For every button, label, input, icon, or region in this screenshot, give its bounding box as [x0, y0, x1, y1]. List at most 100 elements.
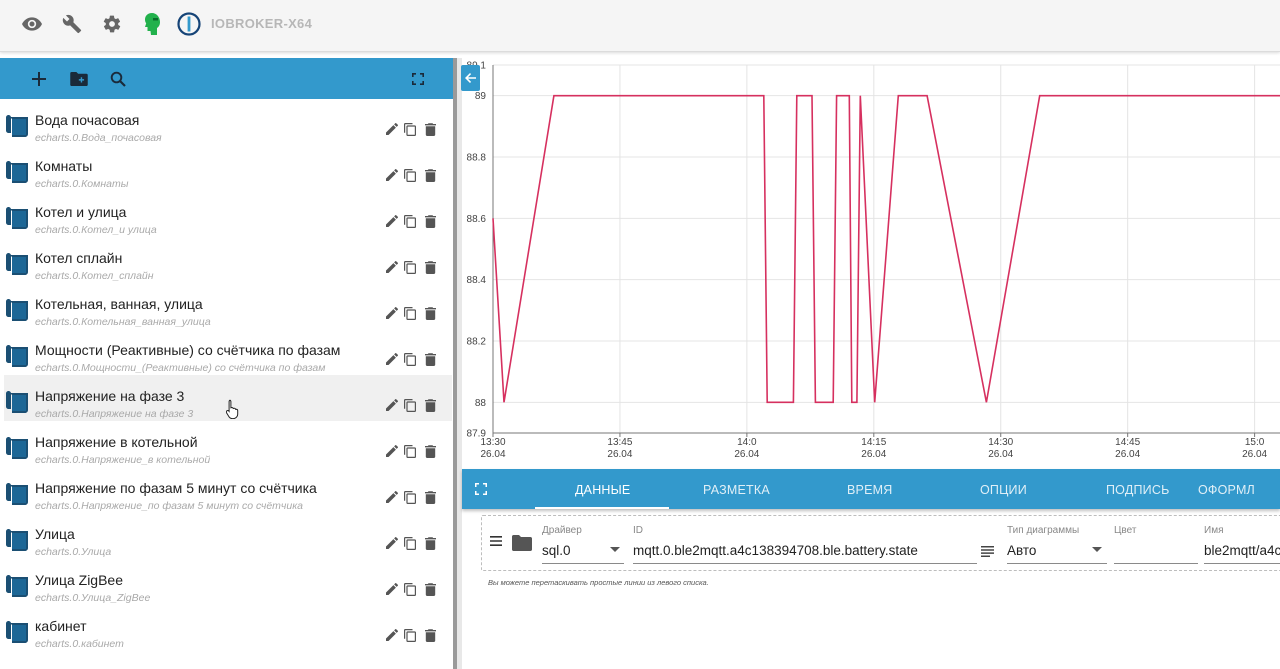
tab-style[interactable]: ОФОРМЛ [1198, 483, 1255, 497]
delete-icon[interactable] [423, 260, 437, 274]
fullscreen-icon[interactable] [406, 67, 430, 91]
user-avatar-icon[interactable] [140, 12, 164, 36]
preset-id: echarts.0.Котел_сплайн [35, 270, 154, 282]
list-item[interactable]: Вода почасовая echarts.0.Вода_почасовая [4, 99, 452, 145]
folder-icon[interactable] [512, 535, 532, 551]
copy-icon[interactable] [403, 352, 417, 366]
list-item[interactable]: Напряжение по фазам 5 минут со счётчика e… [4, 467, 452, 513]
collapse-left-button[interactable] [461, 65, 480, 91]
delete-icon[interactable] [423, 168, 437, 182]
edit-icon[interactable] [385, 398, 399, 412]
delete-icon[interactable] [423, 398, 437, 412]
tab-caption[interactable]: ПОДПИСЬ [1106, 483, 1170, 497]
delete-icon[interactable] [423, 214, 437, 228]
edit-icon[interactable] [385, 214, 399, 228]
delete-icon[interactable] [423, 582, 437, 596]
x-tick-date: 26.04 [988, 449, 1013, 460]
list-item[interactable]: Котел и улица echarts.0.Котел_и улица [4, 191, 452, 237]
chart-preset-icon [6, 483, 28, 505]
preset-id: echarts.0.Улица_ZigBee [35, 592, 151, 604]
y-tick-label: 88.6 [467, 214, 487, 225]
tab-markup[interactable]: РАЗМЕТКА [703, 483, 770, 497]
tab-time[interactable]: ВРЕМЯ [847, 483, 892, 497]
delete-icon[interactable] [423, 628, 437, 642]
delete-icon[interactable] [423, 536, 437, 550]
driver-label: Драйвер [542, 525, 582, 536]
preset-id: echarts.0.Напряжение на фазе 3 [35, 408, 194, 420]
preset-title: Напряжение по фазам 5 минут со счётчика [35, 480, 317, 496]
x-tick-date: 26.04 [480, 449, 505, 460]
copy-icon[interactable] [403, 122, 417, 136]
copy-icon[interactable] [403, 536, 417, 550]
x-tick-date: 26.04 [734, 449, 759, 460]
preset-title: Вода почасовая [35, 112, 140, 128]
chart-svg: 89.18988.888.688.488.28887.913:3026.0413… [467, 61, 1280, 460]
delete-icon[interactable] [423, 444, 437, 458]
list-item[interactable]: Котел сплайн echarts.0.Котел_сплайн [4, 237, 452, 283]
chart-type-select[interactable]: Авто [1007, 543, 1036, 558]
edit-icon[interactable] [385, 352, 399, 366]
preset-id: echarts.0.Вода_почасовая [35, 132, 162, 144]
edit-icon[interactable] [385, 122, 399, 136]
list-item[interactable]: Улица ZigBee echarts.0.Улица_ZigBee [4, 559, 452, 605]
preset-title: Котельная, ванная, улица [35, 296, 203, 312]
x-tick-date: 26.04 [1242, 449, 1267, 460]
wrench-icon[interactable] [60, 12, 84, 36]
copy-icon[interactable] [403, 490, 417, 504]
eye-icon[interactable] [20, 12, 44, 36]
x-tick-label: 15:0 [1245, 437, 1265, 448]
edit-icon[interactable] [385, 306, 399, 320]
edit-icon[interactable] [385, 168, 399, 182]
gear-icon[interactable] [100, 12, 124, 36]
settings-tabs: ДАННЫЕ РАЗМЕТКА ВРЕМЯ ОПЦИИ ПОДПИСЬ ОФОР… [462, 469, 1280, 509]
fullscreen-icon[interactable] [472, 480, 490, 498]
app-title: IOBROKER-X64 [211, 16, 313, 31]
add-folder-icon[interactable] [67, 67, 91, 91]
edit-icon[interactable] [385, 444, 399, 458]
edit-icon[interactable] [385, 536, 399, 550]
copy-icon[interactable] [403, 444, 417, 458]
list-item[interactable]: Комнаты echarts.0.Комнаты [4, 145, 452, 191]
tab-options[interactable]: ОПЦИИ [980, 483, 1027, 497]
list-item[interactable]: Мощности (Реактивные) со счётчика по фаз… [4, 329, 452, 375]
presets-toolbar [0, 58, 456, 99]
copy-icon[interactable] [403, 398, 417, 412]
delete-icon[interactable] [423, 306, 437, 320]
copy-icon[interactable] [403, 628, 417, 642]
delete-icon[interactable] [423, 122, 437, 136]
edit-icon[interactable] [385, 260, 399, 274]
y-tick-label: 88.4 [467, 275, 487, 286]
copy-icon[interactable] [403, 306, 417, 320]
driver-select[interactable]: sql.0 [542, 543, 571, 558]
list-item[interactable]: Котельная, ванная, улица echarts.0.Котель… [4, 283, 452, 329]
copy-icon[interactable] [403, 168, 417, 182]
delete-icon[interactable] [423, 352, 437, 366]
id-input[interactable]: mqtt.0.ble2mqtt.a4c138394708.ble.battery… [633, 543, 918, 558]
list-item[interactable]: Улица echarts.0.Улица [4, 513, 452, 559]
tab-data[interactable]: ДАННЫЕ [575, 483, 630, 497]
copy-icon[interactable] [403, 582, 417, 596]
list-item[interactable]: кабинет echarts.0.кабинет [4, 605, 452, 651]
edit-icon[interactable] [385, 628, 399, 642]
search-icon[interactable] [106, 67, 130, 91]
list-item[interactable]: Напряжение в котельной echarts.0.Напряжен… [4, 421, 452, 467]
preset-id: echarts.0.Котельная_ванная_улица [35, 316, 211, 328]
chart-preset-icon [6, 207, 28, 229]
chevron-down-icon[interactable] [1092, 547, 1102, 552]
id-label: ID [633, 525, 643, 536]
add-icon[interactable] [27, 67, 51, 91]
copy-icon[interactable] [403, 260, 417, 274]
edit-icon[interactable] [385, 582, 399, 596]
edit-icon[interactable] [385, 490, 399, 504]
color-underline [1114, 563, 1198, 564]
preset-title: Мощности (Реактивные) со счётчика по фаз… [35, 342, 341, 358]
preset-title: Котел сплайн [35, 250, 123, 266]
drag-handle-icon[interactable] [490, 536, 502, 546]
delete-icon[interactable] [423, 490, 437, 504]
chart-preset-icon [6, 161, 28, 183]
list-icon[interactable] [981, 546, 994, 557]
chevron-down-icon[interactable] [610, 547, 620, 552]
drag-hint: Вы можете перетаскивать простые линии из… [488, 578, 709, 587]
copy-icon[interactable] [403, 214, 417, 228]
name-input[interactable]: ble2mqtt/a4c [1204, 543, 1280, 558]
